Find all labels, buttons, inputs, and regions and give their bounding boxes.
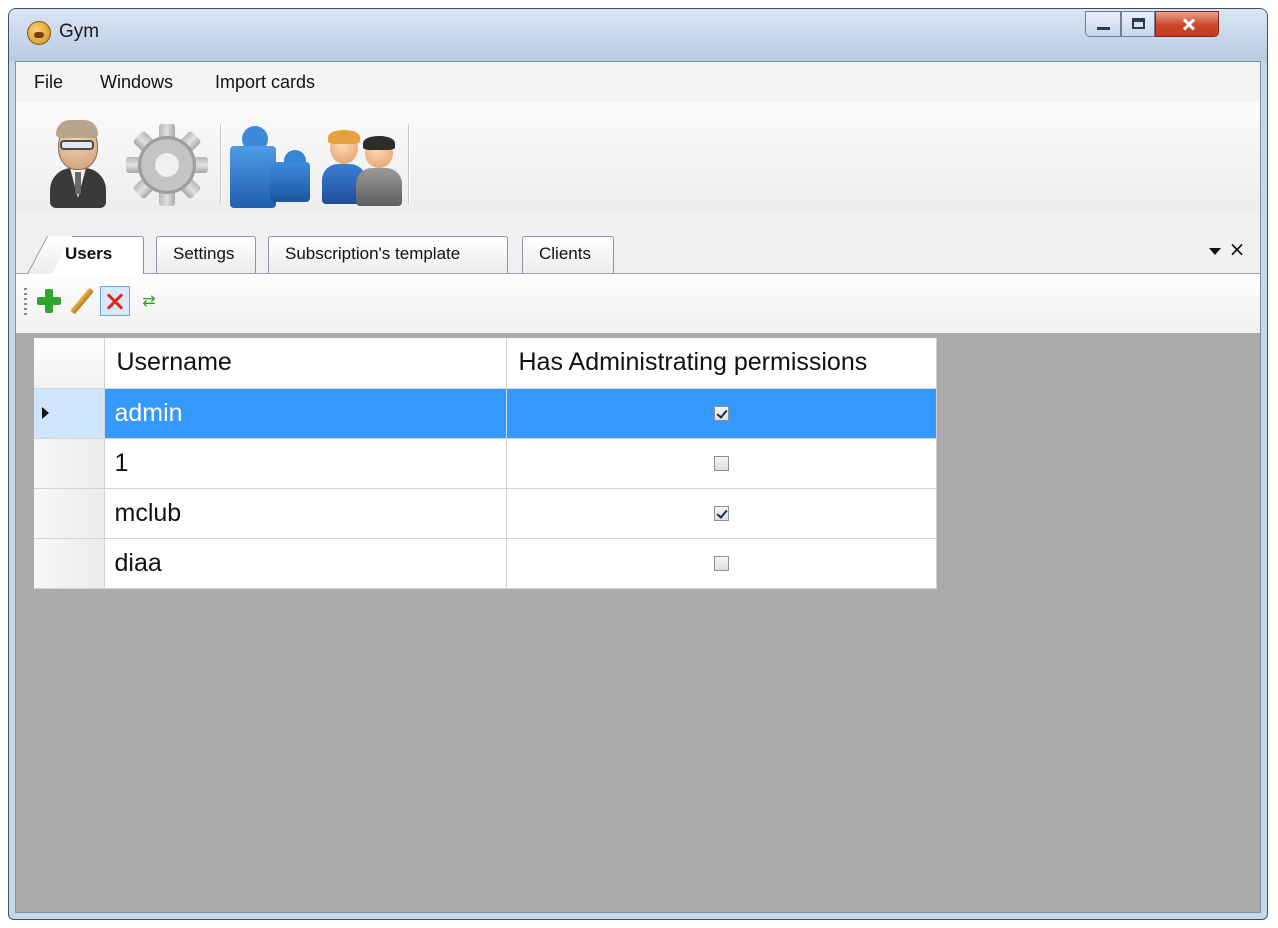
edit-icon[interactable] (66, 286, 96, 316)
admin-checkbox[interactable] (713, 456, 729, 472)
users-grid: Username Has Administrating permissions … (34, 338, 937, 589)
grid-header: Username Has Administrating permissions (34, 338, 937, 389)
add-icon[interactable] (34, 286, 64, 316)
clients-icon[interactable] (322, 130, 402, 206)
row-header[interactable] (34, 488, 105, 539)
column-header-username[interactable]: Username (104, 338, 507, 389)
grid-corner-header[interactable] (34, 338, 105, 389)
toolbar-separator (220, 124, 221, 204)
window-title: Gym (59, 21, 100, 42)
puzzle-icon[interactable] (230, 126, 310, 210)
title-bar[interactable]: Gym (9, 9, 1267, 61)
close-tab-button[interactable]: × (1228, 238, 1246, 260)
main-window: Gym File Windows Import cards Clients Su… (8, 8, 1268, 920)
row-header[interactable] (34, 538, 105, 589)
table-row[interactable]: 1 (34, 438, 937, 489)
gym-app-icon (27, 21, 51, 45)
gear-icon[interactable] (126, 124, 208, 206)
maximize-button[interactable] (1121, 11, 1155, 37)
admin-checkbox[interactable] (713, 506, 729, 522)
refresh-icon[interactable]: ⇄ (134, 286, 164, 316)
main-toolbar (16, 102, 1260, 212)
table-row[interactable]: diaa (34, 538, 937, 589)
row-header[interactable] (34, 438, 105, 489)
admin-checkbox[interactable] (713, 406, 729, 422)
tab-users[interactable]: Users (48, 236, 144, 274)
admin-checkbox[interactable] (713, 556, 729, 572)
username-cell[interactable]: mclub (104, 488, 507, 539)
admin-cell[interactable] (506, 488, 937, 539)
client-area: File Windows Import cards Clients Subscr… (15, 61, 1261, 913)
menu-bar: File Windows Import cards (16, 62, 1260, 102)
close-window-button[interactable] (1155, 11, 1219, 37)
menu-file[interactable]: File (34, 72, 63, 93)
user-icon[interactable] (50, 120, 106, 208)
toolbar-separator (408, 124, 409, 204)
menu-windows[interactable]: Windows (100, 72, 173, 93)
delete-icon[interactable] (100, 286, 130, 316)
tab-settings[interactable]: Settings (156, 236, 256, 273)
row-header[interactable] (34, 388, 105, 439)
document-tabs: Clients Subscription's template Settings… (16, 230, 1260, 274)
table-row[interactable]: admin (34, 388, 937, 439)
grid-toolbar: ⇄ (16, 274, 1260, 334)
tab-list-dropdown-icon[interactable] (1208, 244, 1222, 258)
admin-cell[interactable] (506, 538, 937, 589)
username-cell[interactable]: admin (104, 388, 507, 439)
tab-clients[interactable]: Clients (522, 236, 614, 273)
table-row[interactable]: mclub (34, 488, 937, 539)
admin-cell[interactable] (506, 388, 937, 439)
username-cell[interactable]: 1 (104, 438, 507, 489)
username-cell[interactable]: diaa (104, 538, 507, 589)
tab-subscriptions-template[interactable]: Subscription's template (268, 236, 508, 273)
admin-cell[interactable] (506, 438, 937, 489)
users-grid-area: Username Has Administrating permissions … (16, 334, 1260, 912)
minimize-button[interactable] (1085, 11, 1121, 37)
toolbar-grip[interactable] (24, 288, 27, 316)
column-header-admin[interactable]: Has Administrating permissions (506, 338, 937, 389)
menu-import-cards[interactable]: Import cards (215, 72, 315, 93)
